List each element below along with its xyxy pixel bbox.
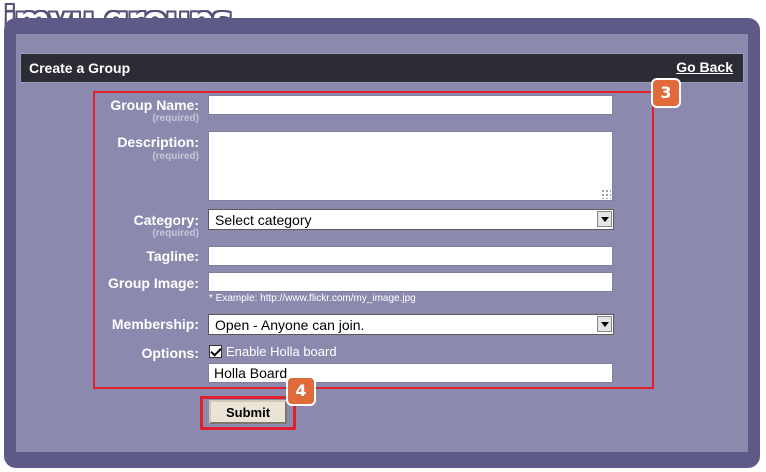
form-highlight-box <box>93 91 654 389</box>
title-bar: Create a Group Go Back <box>20 53 744 83</box>
step-badge-4: 4 <box>286 376 316 406</box>
step-badge-3: 3 <box>651 78 681 108</box>
submit-button[interactable]: Submit <box>209 400 287 424</box>
go-back-link[interactable]: Go Back <box>676 59 733 75</box>
page-title: Create a Group <box>29 60 131 76</box>
